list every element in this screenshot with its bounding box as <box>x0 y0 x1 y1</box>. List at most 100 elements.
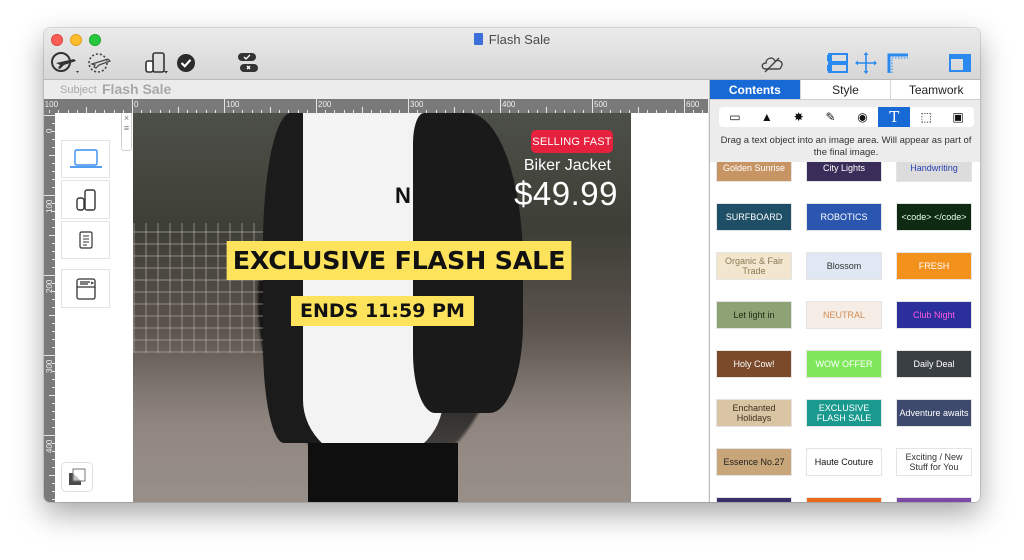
shirt-logo: N <box>395 183 411 208</box>
effects-tool-icon[interactable]: ✎ <box>815 107 847 127</box>
layout-button[interactable] <box>824 50 852 76</box>
canvas-area: × ≡ N SELLING FAST Biker Jacket $49.99 E… <box>55 113 708 502</box>
inspector-sidebar: Contents Style Teamwork ▭ ▲ ✸ ✎ ◉ T ⬚ ▣ … <box>709 80 980 502</box>
ruler-tick <box>684 99 685 113</box>
subheadline-text[interactable]: ENDS 11:59 PM <box>291 296 474 326</box>
ruler-tick <box>592 99 593 113</box>
cloud-button[interactable] <box>758 50 788 76</box>
schedule-send-icon <box>88 53 112 73</box>
subject-input[interactable] <box>102 81 402 97</box>
thumbnail-label: EXCLUSIVE FLASH SALE <box>816 403 872 423</box>
selling-fast-badge[interactable]: SELLING FAST <box>531 130 613 153</box>
product-name[interactable]: Biker Jacket <box>524 157 611 175</box>
text-style-thumbnail[interactable]: Handwriting <box>896 162 972 182</box>
ruler-tick <box>44 275 55 276</box>
tab-style[interactable]: Style <box>801 80 892 99</box>
ruler-label: 600 <box>686 100 700 109</box>
move-button[interactable] <box>852 50 880 76</box>
thumbnail-label: Organic & Fair Trade <box>724 256 784 276</box>
device-email-client-button[interactable] <box>61 269 110 308</box>
window-title: Flash Sale <box>44 32 980 47</box>
content-tool-row: ▭ ▲ ✸ ✎ ◉ T ⬚ ▣ <box>719 107 974 127</box>
text-style-thumbnail[interactable]: Let light in <box>716 301 792 329</box>
badge-tool-icon[interactable]: ✸ <box>783 107 815 127</box>
text-style-thumbnail[interactable]: Organic & Fair Trade <box>716 252 792 280</box>
thumbnail-label: Club Night <box>912 310 956 320</box>
device-desktop-button[interactable] <box>61 140 110 178</box>
thumbnail-label: Let light in <box>733 310 775 320</box>
thumbnail-label: Golden Sunrise <box>722 163 786 173</box>
preview-devices-button[interactable] <box>142 50 172 76</box>
horizontal-ruler[interactable]: -1000100200300400500600700 <box>44 99 708 113</box>
device-panel-handle[interactable]: × ≡ <box>121 113 132 151</box>
ruler-label: 100 <box>226 100 240 109</box>
sidebar-toggle-icon <box>949 54 971 72</box>
text-style-thumbnail[interactable]: Club Night <box>896 301 972 329</box>
text-tool-icon[interactable]: T <box>878 107 911 127</box>
approval-button[interactable] <box>234 50 262 76</box>
video-tool-icon[interactable]: ◉ <box>847 107 879 127</box>
vertical-ruler[interactable]: 0 100 200 300 400 <box>44 113 55 502</box>
tab-contents[interactable]: Contents <box>710 80 801 99</box>
ruler-guides-icon <box>887 53 908 73</box>
device-document-button[interactable] <box>61 221 110 259</box>
mobile-devices-icon <box>75 188 96 211</box>
ruler-tick <box>316 99 317 113</box>
box-tool-icon[interactable]: ▭ <box>719 107 751 127</box>
ruler-tick <box>224 99 225 113</box>
text-style-thumbnail[interactable]: City Lights <box>806 162 882 182</box>
thumbnail-label: <code> </code> <box>901 212 967 222</box>
selection-tool-icon[interactable]: ⬚ <box>910 107 942 127</box>
text-style-thumbnail[interactable]: NEUTRAL <box>806 301 882 329</box>
text-style-thumbnail[interactable]: Adventure awaits <box>896 399 972 427</box>
email-client-icon <box>75 277 96 300</box>
text-style-thumbnail[interactable]: Holy Cow! <box>716 350 792 378</box>
headline-text[interactable]: EXCLUSIVE FLASH SALE <box>226 241 572 280</box>
layer-order-icon <box>69 468 86 485</box>
text-style-thumbnail[interactable]: <code> </code> <box>896 203 972 231</box>
close-icon[interactable]: × <box>122 113 131 123</box>
approval-icon <box>238 53 258 72</box>
hero-image[interactable]: N SELLING FAST Biker Jacket $49.99 EXCLU… <box>133 113 631 502</box>
layer-order-button[interactable] <box>61 462 93 492</box>
text-style-thumbnail[interactable]: Essence No.27 <box>716 448 792 476</box>
thumbnail-label: City Lights <box>822 163 866 173</box>
thumbnail-label: Daily Deal <box>913 359 955 369</box>
ruler-tick <box>44 195 55 196</box>
send-icon <box>51 52 79 73</box>
shape-tool-icon[interactable]: ▲ <box>751 107 783 127</box>
thumbnail-label: ROBOTICS <box>820 212 868 222</box>
send-button[interactable] <box>48 50 84 76</box>
toggle-sidebar-button[interactable] <box>946 50 974 76</box>
text-style-thumbnail[interactable]: Haute Couture <box>806 448 882 476</box>
menu-icon[interactable]: ≡ <box>122 123 131 133</box>
schedule-send-button[interactable] <box>84 50 116 76</box>
tab-teamwork[interactable]: Teamwork <box>891 80 980 99</box>
product-price[interactable]: $49.99 <box>514 175 618 213</box>
thumbnail-label: Holy Cow! <box>733 359 775 369</box>
device-mobile-button[interactable] <box>61 180 110 219</box>
rulers-button[interactable] <box>884 50 912 76</box>
text-style-thumbnail[interactable]: Mayhem <box>806 497 882 502</box>
text-style-thumbnail[interactable]: Daily Deal <box>896 350 972 378</box>
canvas-blank-area <box>631 113 708 502</box>
text-style-thumbnail[interactable]: SURFBOARD <box>716 203 792 231</box>
text-style-thumbnail[interactable]: WOW OFFER <box>806 350 882 378</box>
text-style-thumbnail[interactable]: EXCLUSIVE FLASH SALE <box>806 399 882 427</box>
subject-label: Subject <box>60 84 97 96</box>
text-style-thumbnail[interactable]: Exciting / New Stuff for You <box>896 448 972 476</box>
ruler-label: -100 <box>44 100 59 109</box>
text-style-thumbnail[interactable]: Golden Sunrise <box>716 162 792 182</box>
image-tool-icon[interactable]: ▣ <box>942 107 974 127</box>
sidebar-hint: Drag a text object into an image area. W… <box>720 135 972 158</box>
titlebar: Flash Sale <box>44 28 980 80</box>
check-button[interactable] <box>174 50 198 76</box>
text-style-thumbnail[interactable]: FRESH <box>896 252 972 280</box>
text-style-thumbnail[interactable]: Blossom <box>806 252 882 280</box>
text-style-thumbnail[interactable]: ROBOTICS <box>806 203 882 231</box>
text-style-thumbnail[interactable]: Blooms <box>896 497 972 502</box>
text-style-thumbnail[interactable]: Enchanted Holidays <box>716 399 792 427</box>
document-icon <box>473 33 483 45</box>
text-style-thumbnail[interactable]: Astronomy <box>716 497 792 502</box>
sidebar-tabs: Contents Style Teamwork <box>710 80 980 100</box>
